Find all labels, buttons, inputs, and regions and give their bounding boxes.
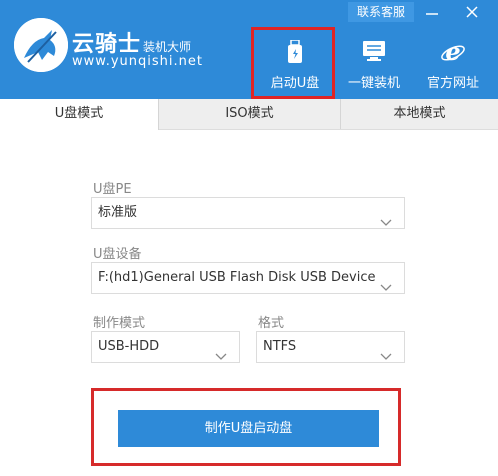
pe-select[interactable]: 标准版 [91, 197, 405, 229]
pe-select-value: 标准版 [98, 205, 138, 220]
brand-subtitle: 装机大师 [143, 40, 192, 54]
device-label: U盘设备 [93, 247, 142, 262]
pe-label: U盘PE [93, 182, 132, 197]
format-select-value: NTFS [263, 339, 297, 354]
minimize-icon[interactable] [422, 3, 442, 21]
close-icon[interactable] [462, 3, 482, 21]
nav-install-label: 一键装机 [347, 76, 400, 91]
device-select[interactable]: F:(hd1)General USB Flash Disk USB Device [91, 262, 405, 294]
mode-select-value: USB-HDD [98, 339, 160, 354]
nav-site-label: 官方网址 [426, 76, 479, 91]
app-header: 云骑士 装机大师 www.yunqishi.net 联系客服 启动U盘 一键装机… [0, 0, 498, 99]
mode-tabs: U盘模式 ISO模式 本地模式 [0, 99, 498, 130]
format-select[interactable]: NTFS [256, 331, 405, 363]
usb-nav-highlight-frame [251, 27, 335, 99]
brand-url: www.yunqishi.net [72, 54, 203, 69]
tab-local-mode[interactable]: 本地模式 [341, 99, 498, 129]
nav-one-click-install[interactable]: 一键装机 [333, 28, 415, 98]
monitor-icon [362, 40, 386, 66]
mode-select[interactable]: USB-HDD [91, 331, 240, 363]
app-logo-icon [14, 18, 68, 72]
tab-usb-mode[interactable]: U盘模式 [0, 99, 159, 130]
create-usb-boot-button[interactable]: 制作U盘启动盘 [118, 410, 379, 447]
device-select-value: F:(hd1)General USB Flash Disk USB Device [98, 270, 376, 285]
contact-support-button[interactable]: 联系客服 [348, 2, 414, 22]
nav-official-site[interactable]: e 官方网址 [412, 28, 494, 98]
tab-iso-mode[interactable]: ISO模式 [159, 99, 341, 129]
chevron-down-icon [380, 343, 392, 373]
chevron-down-icon [215, 343, 227, 373]
chevron-down-icon [380, 274, 392, 304]
format-label: 格式 [258, 316, 285, 331]
ie-browser-icon: e [441, 37, 465, 68]
mode-label: 制作模式 [93, 316, 146, 331]
chevron-down-icon [380, 209, 392, 239]
